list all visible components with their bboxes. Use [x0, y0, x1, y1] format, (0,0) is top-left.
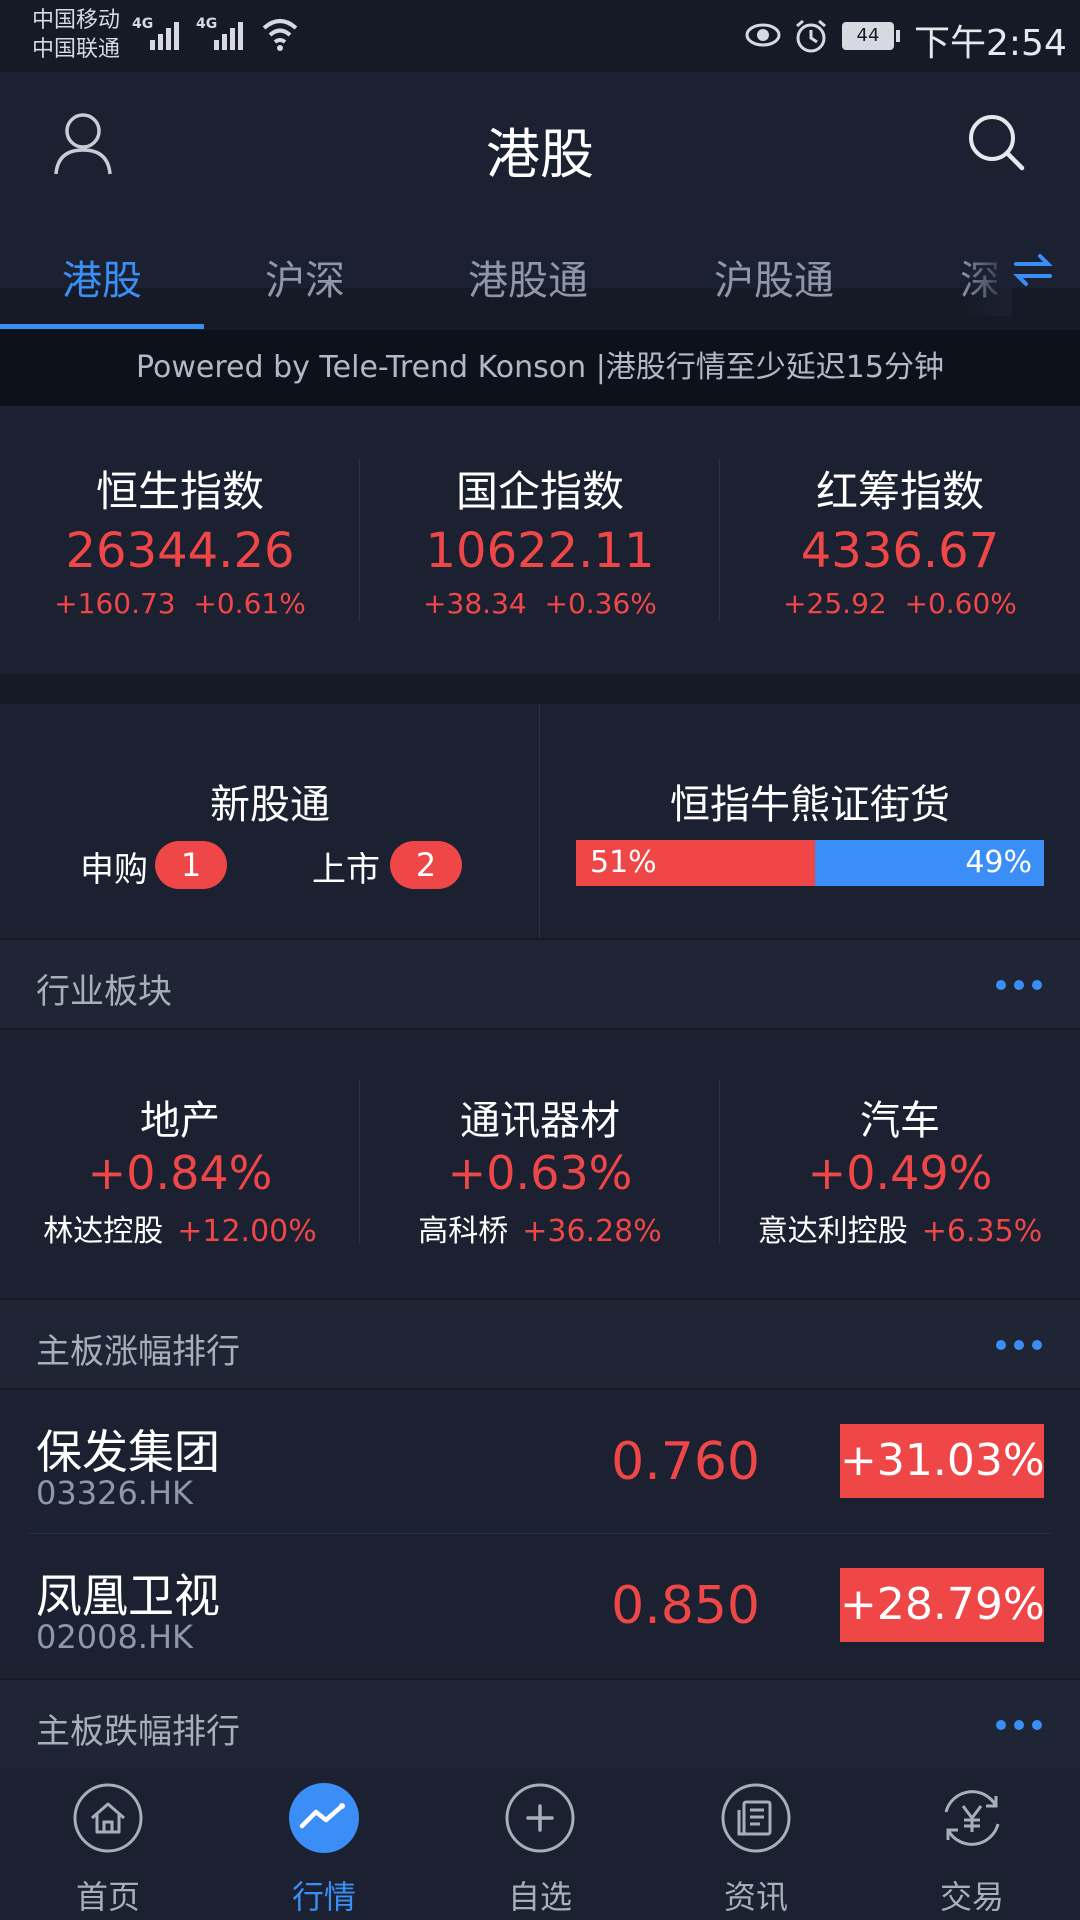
- tab-fade: [960, 236, 1012, 316]
- losers-section-title: 主板跌幅排行: [36, 1712, 240, 1752]
- tab-hk-connect[interactable]: 港股通: [468, 248, 588, 306]
- bear-percent: 49%: [965, 845, 1032, 880]
- ipo-listing-label[interactable]: 上市: [312, 842, 380, 891]
- index-value: 26344.26: [65, 523, 295, 579]
- industry-top-change: +6.35%: [921, 1214, 1043, 1249]
- industry-item-auto[interactable]: 汽车 +0.49% 意达利控股 +6.35%: [720, 1088, 1080, 1250]
- industry-change: +0.49%: [807, 1146, 993, 1200]
- industry-change: +0.84%: [87, 1146, 273, 1200]
- wifi-icon: [260, 14, 300, 58]
- page-title: 港股: [486, 123, 594, 186]
- index-change: +160.73 +0.61%: [54, 587, 306, 620]
- tab-sh-connect[interactable]: 沪股通: [714, 248, 834, 306]
- status-time: 下午2:54: [914, 23, 1067, 64]
- swap-arrows-icon[interactable]: [1012, 252, 1054, 292]
- stock-name: 凤凰卫视: [36, 1569, 220, 1623]
- index-name: 恒生指数: [95, 467, 264, 516]
- signal-icon: [214, 20, 243, 50]
- nav-label-market[interactable]: 行情: [244, 1872, 404, 1918]
- ipo-subscribe-label[interactable]: 申购: [80, 842, 148, 891]
- battery-icon: 44: [842, 22, 894, 50]
- industry-name: 地产: [140, 1098, 220, 1144]
- stock-code: 02008.HK: [36, 1618, 194, 1656]
- data-source-banner: Powered by Tele-Trend Konson |港股行情至少延迟15…: [0, 330, 1080, 406]
- nav-label-watchlist[interactable]: 自选: [460, 1872, 620, 1918]
- nav-label-news[interactable]: 资讯: [676, 1872, 836, 1918]
- industry-top-change: +12.00%: [177, 1214, 317, 1249]
- battery-tip: [896, 30, 900, 42]
- industry-change: +0.63%: [447, 1146, 633, 1200]
- stock-change-badge: +31.03%: [840, 1424, 1045, 1498]
- more-icon[interactable]: [996, 1720, 1042, 1730]
- news-icon[interactable]: [720, 1782, 792, 1854]
- ipo-subscribe-badge[interactable]: 1: [155, 841, 227, 889]
- industry-item-telecom[interactable]: 通讯器材 +0.63% 高科桥 +36.28%: [360, 1088, 720, 1250]
- index-change: +38.34 +0.36%: [423, 587, 657, 620]
- index-change: +25.92 +0.60%: [783, 587, 1017, 620]
- add-circle-icon[interactable]: [504, 1782, 576, 1854]
- index-hscei[interactable]: 国企指数 10622.11 +38.34 +0.36%: [360, 458, 720, 620]
- index-hsi[interactable]: 恒生指数 26344.26 +160.73 +0.61%: [0, 458, 360, 620]
- tab-shanghai-shenzhen[interactable]: 沪深: [265, 248, 345, 306]
- stock-price: 0.760: [611, 1432, 760, 1492]
- more-icon[interactable]: [996, 980, 1042, 990]
- yen-trade-icon[interactable]: [936, 1782, 1008, 1854]
- industry-item-property[interactable]: 地产 +0.84% 林达控股 +12.00%: [0, 1088, 360, 1250]
- tab-active-indicator: [0, 324, 204, 329]
- signal-icon: [150, 20, 179, 50]
- bull-percent: 51%: [590, 845, 657, 880]
- industry-top-stock: 林达控股: [43, 1214, 164, 1249]
- nav-label-home[interactable]: 首页: [28, 1872, 188, 1918]
- ipo-title[interactable]: 新股通: [0, 772, 540, 830]
- nav-label-trade[interactable]: 交易: [892, 1872, 1052, 1918]
- stock-name: 保发集团: [36, 1425, 220, 1479]
- bullbear-title[interactable]: 恒指牛熊证街货: [540, 772, 1080, 830]
- index-hscci[interactable]: 红筹指数 4336.67 +25.92 +0.60%: [720, 458, 1080, 620]
- eye-icon: [744, 20, 782, 54]
- home-icon[interactable]: [72, 1782, 144, 1854]
- tab-hk-stocks[interactable]: 港股: [62, 248, 142, 306]
- search-icon[interactable]: [966, 112, 1026, 176]
- industry-top-stock: 意达利控股: [757, 1214, 908, 1249]
- industry-name: 汽车: [860, 1098, 940, 1144]
- index-name: 国企指数: [455, 467, 624, 516]
- market-chart-icon[interactable]: [288, 1782, 360, 1854]
- carrier-2: 中国联通: [32, 37, 121, 62]
- stock-price: 0.850: [611, 1576, 760, 1636]
- alarm-icon: [793, 18, 829, 58]
- industry-top-stock: 高科桥: [418, 1214, 509, 1249]
- stock-change-badge: +28.79%: [840, 1568, 1045, 1642]
- carrier-1: 中国移动: [32, 8, 121, 33]
- index-name: 红筹指数: [815, 467, 984, 516]
- ipo-listing-badge[interactable]: 2: [390, 841, 462, 889]
- index-value: 10622.11: [425, 523, 655, 579]
- stock-code: 03326.HK: [36, 1474, 194, 1512]
- index-value: 4336.67: [800, 523, 1000, 579]
- industry-name: 通讯器材: [460, 1098, 620, 1144]
- gainers-section-title: 主板涨幅排行: [36, 1332, 240, 1372]
- industry-top-change: +36.28%: [522, 1214, 662, 1249]
- more-icon[interactable]: [996, 1340, 1042, 1350]
- industry-section-title: 行业板块: [36, 972, 172, 1012]
- carrier-info: 中国移动 中国联通: [32, 6, 120, 64]
